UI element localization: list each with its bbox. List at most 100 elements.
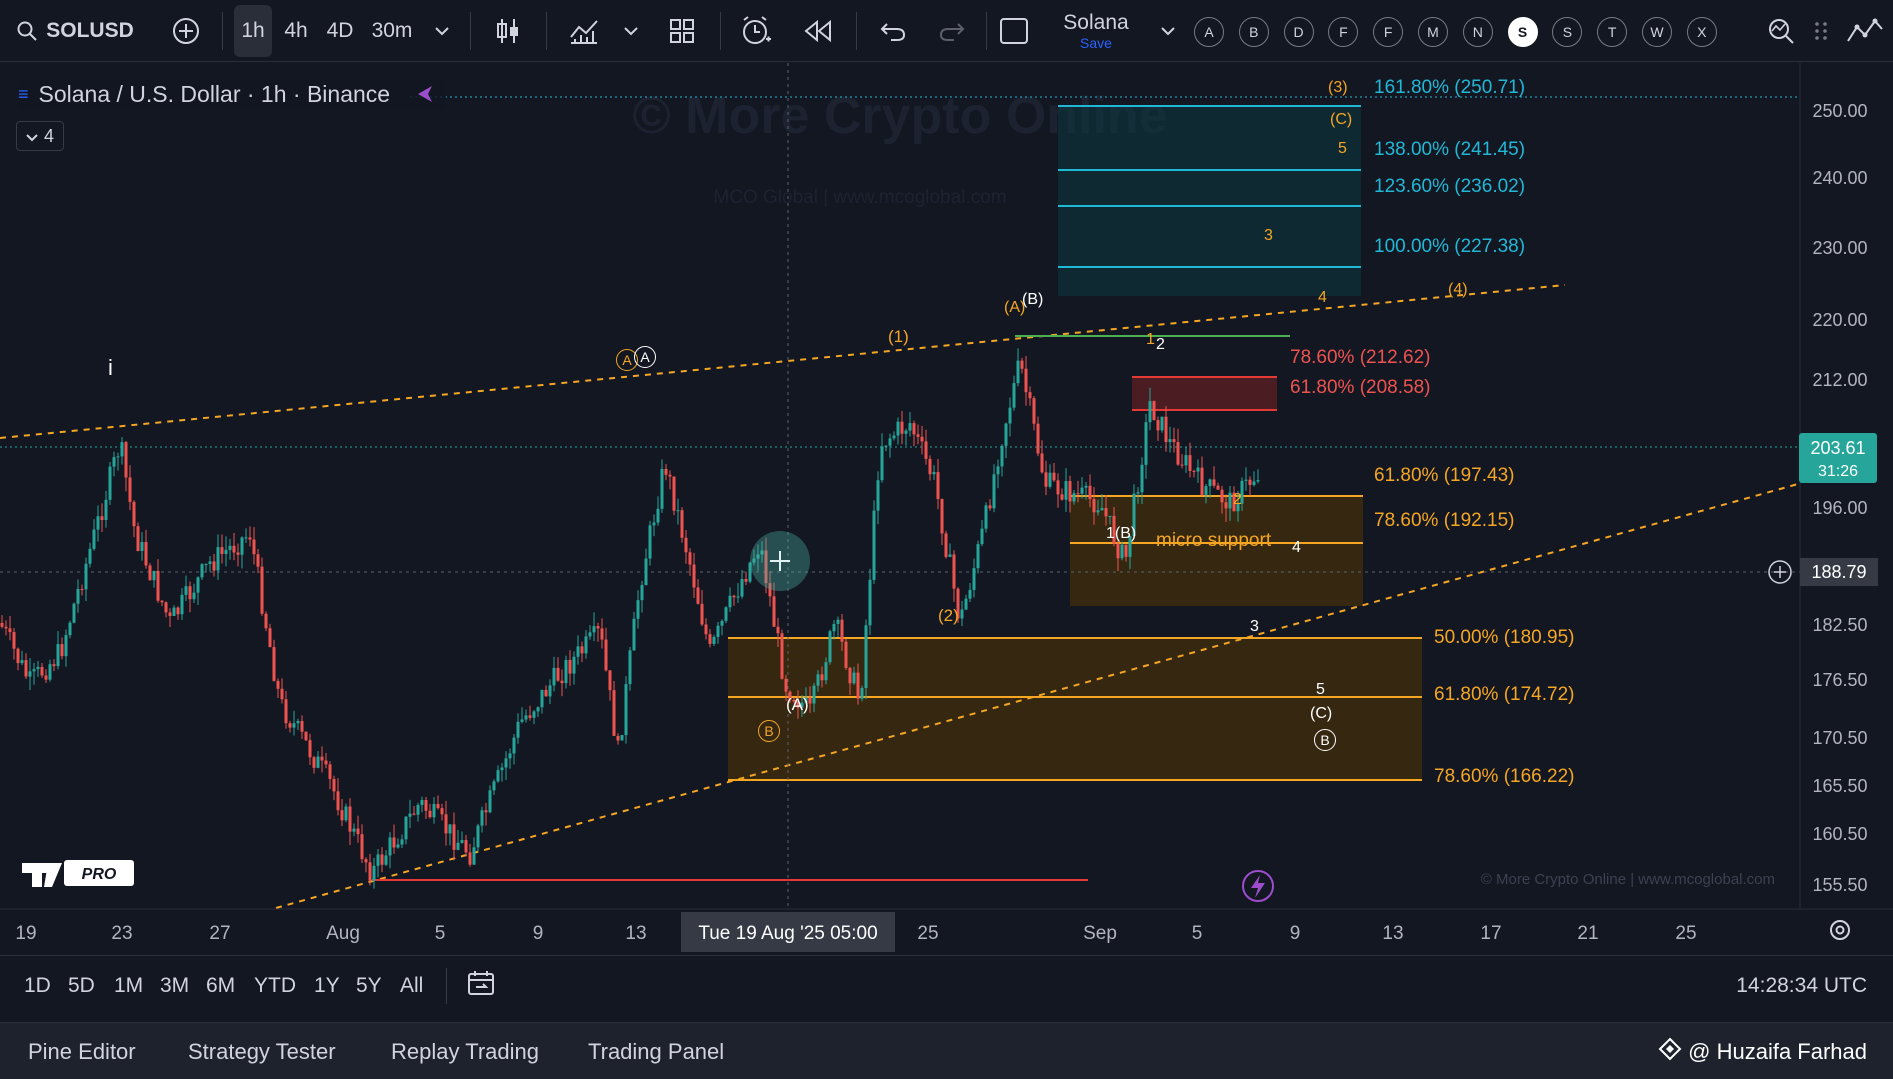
series-menu-icon[interactable]: ≡ [18, 84, 29, 105]
candle-body [660, 468, 664, 509]
tab-pine-editor[interactable]: Pine Editor [28, 1023, 136, 1079]
interval-4d[interactable]: 4D [320, 0, 360, 62]
watchlist-shortcut-t[interactable]: T [1597, 17, 1628, 47]
chart-type-button[interactable] [490, 0, 526, 62]
candle-body [608, 670, 612, 691]
candle-body [1164, 416, 1168, 443]
quick-search-button[interactable] [1764, 0, 1800, 62]
candle-body [1224, 502, 1228, 509]
candle-body [196, 577, 200, 593]
fullscreen-button[interactable] [996, 0, 1032, 62]
alert-button[interactable] [738, 0, 774, 62]
interval-4h[interactable]: 4h [278, 0, 314, 62]
current-price: 203.61 [1810, 438, 1865, 458]
goto-date-button[interactable] [466, 956, 496, 1016]
candle-body [88, 548, 92, 564]
layout-dropdown[interactable] [1156, 0, 1180, 62]
indicators-button[interactable] [566, 0, 602, 62]
fire-icon[interactable] [414, 83, 436, 105]
watchlist-shortcut-m[interactable]: M [1418, 17, 1448, 47]
range-1d[interactable]: 1D [24, 956, 51, 1016]
tab-replay-trading[interactable]: Replay Trading [391, 1023, 539, 1079]
watchlist-shortcut-d[interactable]: D [1283, 17, 1314, 47]
candle-body [632, 618, 636, 651]
candle-body [536, 707, 540, 712]
candle-body [972, 568, 976, 590]
candle-body [684, 537, 688, 553]
interval-30m[interactable]: 30m [368, 0, 416, 62]
watchlist-shortcut-w[interactable]: W [1642, 17, 1672, 47]
range-ytd[interactable]: YTD [254, 956, 296, 1016]
candle-body [572, 656, 576, 674]
price-chart[interactable]: © More Crypto Online MCO Global | www.mc… [0, 63, 1893, 955]
candle-body [368, 862, 372, 881]
replay-button[interactable] [800, 0, 836, 62]
candle-body [1256, 480, 1260, 482]
candle-body [592, 626, 596, 633]
candle-body [984, 505, 988, 529]
candle-body [616, 735, 620, 741]
series-title: Solana / U.S. Dollar · 1h · Binance [38, 80, 391, 107]
watchlist-shortcut-b[interactable]: B [1238, 17, 1269, 47]
candle-body [500, 767, 504, 771]
watchlist-shortcut-s[interactable]: S [1507, 17, 1538, 47]
templates-button[interactable] [664, 0, 700, 62]
watchlist-shortcut-n[interactable]: N [1462, 17, 1493, 47]
candle-body [988, 505, 992, 509]
interval-dropdown[interactable] [430, 0, 454, 62]
watchlist-shortcut-f[interactable]: F [1328, 17, 1359, 47]
interval-1h[interactable]: 1h [234, 5, 272, 57]
fib-label: 61.80% (208.58) [1290, 377, 1431, 398]
layout-title: Solana [1063, 11, 1129, 34]
range-1y[interactable]: 1Y [314, 956, 340, 1016]
indicators-collapse[interactable]: 4 [16, 121, 64, 151]
dots-grid-icon [1814, 20, 1828, 42]
clock[interactable]: 14:28:34 UTC [1736, 956, 1867, 1016]
candle-body [1108, 515, 1112, 517]
series-legend[interactable]: ≡ Solana / U.S. Dollar · 1h · Binance [18, 79, 447, 109]
range-5d[interactable]: 5D [68, 956, 95, 1016]
symbol-search[interactable]: SOLUSD [10, 0, 140, 62]
candle-body [1136, 492, 1140, 494]
candle-body [528, 715, 532, 718]
tradingview-logo: PRO [22, 860, 134, 887]
price-tick: 220.00 [1812, 310, 1867, 330]
compare-add-button[interactable] [168, 0, 204, 62]
watchlist-shortcut-s[interactable]: S [1552, 17, 1583, 47]
redo-button[interactable] [934, 0, 970, 62]
range-1m[interactable]: 1M [114, 956, 143, 1016]
watchlist-shortcut-f[interactable]: F [1373, 17, 1404, 47]
candle-body [1196, 467, 1200, 472]
chart-canvas[interactable]: © More Crypto Online MCO Global | www.mc… [0, 63, 1893, 955]
candle-body [1248, 479, 1252, 485]
candle-body [344, 806, 348, 821]
range-all[interactable]: All [400, 956, 423, 1016]
candle-body [320, 756, 324, 761]
indicators-dropdown[interactable] [620, 0, 642, 62]
candle-body [440, 808, 444, 815]
range-5y[interactable]: 5Y [356, 956, 382, 1016]
range-3m[interactable]: 3M [160, 956, 189, 1016]
layout-name[interactable]: Solana Save [1050, 0, 1142, 62]
range-6m[interactable]: 6M [206, 956, 235, 1016]
candle-body [596, 626, 600, 629]
drag-handle[interactable] [1808, 0, 1834, 62]
candle-body [120, 442, 124, 457]
tab-trading-panel[interactable]: Trading Panel [588, 1023, 724, 1079]
candle-body [1116, 543, 1120, 559]
candle-body [1216, 485, 1220, 490]
candle-body [656, 508, 660, 523]
watchlist-shortcut-x[interactable]: X [1686, 17, 1717, 47]
candle-body [332, 778, 336, 792]
undo-button[interactable] [875, 0, 911, 62]
candle-body [672, 476, 676, 511]
candle-body [268, 628, 272, 648]
tab-strategy-tester[interactable]: Strategy Tester [188, 1023, 336, 1079]
watchlist-shortcut-a[interactable]: A [1194, 17, 1224, 47]
publish-button[interactable] [1840, 0, 1890, 62]
candle-body [1048, 472, 1052, 487]
candle-body [776, 626, 780, 634]
time-tick: 5 [1192, 923, 1203, 944]
utc-time: 14:28:34 UTC [1736, 974, 1867, 997]
time-tick: 25 [1675, 923, 1696, 944]
